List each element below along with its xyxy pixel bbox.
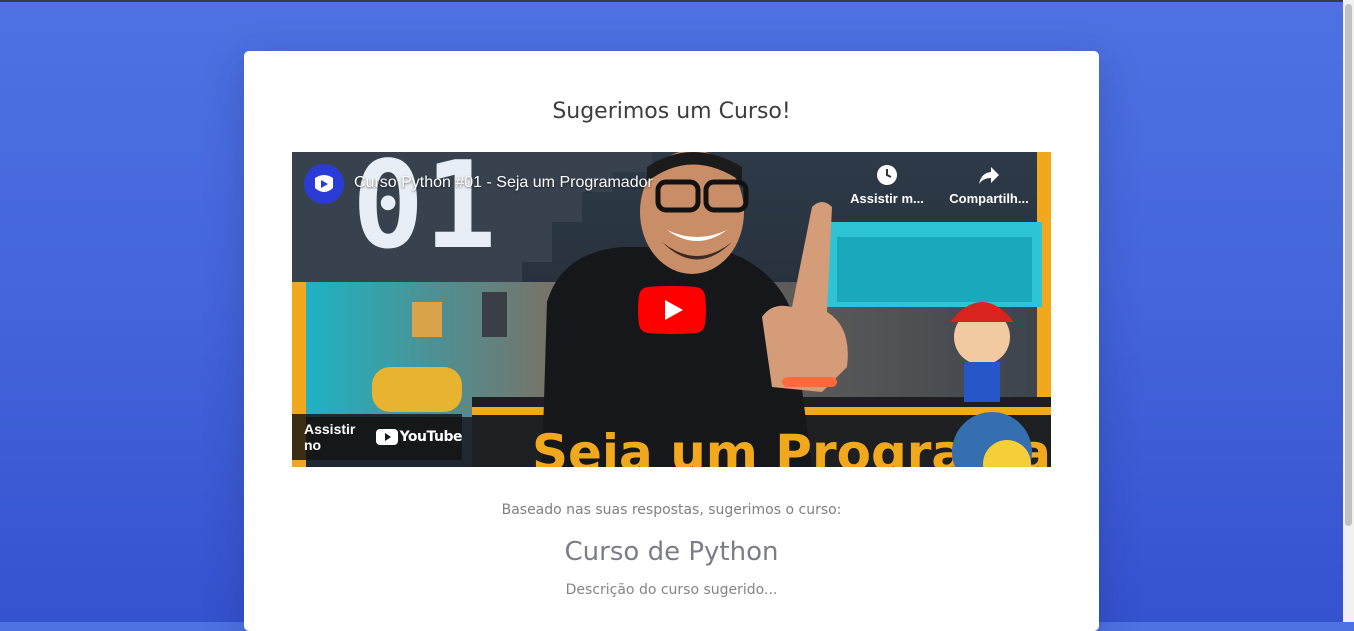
channel-logo-icon[interactable] <box>304 164 344 204</box>
course-description: Descrição do curso sugerido... <box>565 582 778 598</box>
watch-later-button[interactable]: Assistir m... <box>842 164 932 206</box>
clock-icon <box>877 165 897 185</box>
page-scrollbar[interactable] <box>1343 0 1354 622</box>
course-name: Curso de Python <box>564 537 779 567</box>
watch-on-youtube-button[interactable]: Assistir no YouTube <box>292 414 463 460</box>
share-label: Compartilh... <box>949 191 1029 206</box>
watch-later-label: Assistir m... <box>850 191 924 206</box>
youtube-video-embed[interactable]: 01 Seja um Programador Curso Python #01 … <box>292 152 1051 467</box>
card-title: Sugerimos um Curso! <box>552 99 791 124</box>
thumb-number-text: 01 <box>352 152 497 276</box>
share-button[interactable]: Compartilh... <box>944 164 1034 206</box>
youtube-wordmark: YouTube <box>399 429 463 445</box>
course-suggestion-card: Sugerimos um Curso! 01 Seja um Progra a … <box>244 51 1099 631</box>
suggestion-intro-text: Baseado nas suas respostas, sugerimos o … <box>501 502 842 518</box>
share-icon <box>979 167 999 184</box>
window-top-border <box>0 0 1343 2</box>
scrollbar-thumb[interactable] <box>1345 4 1352 526</box>
youtube-logo-icon: YouTube <box>375 429 463 445</box>
watch-on-label: Assistir no <box>304 421 356 453</box>
video-title-link[interactable]: Curso Python #01 - Seja um Programador <box>354 174 653 192</box>
play-icon[interactable] <box>638 286 706 334</box>
